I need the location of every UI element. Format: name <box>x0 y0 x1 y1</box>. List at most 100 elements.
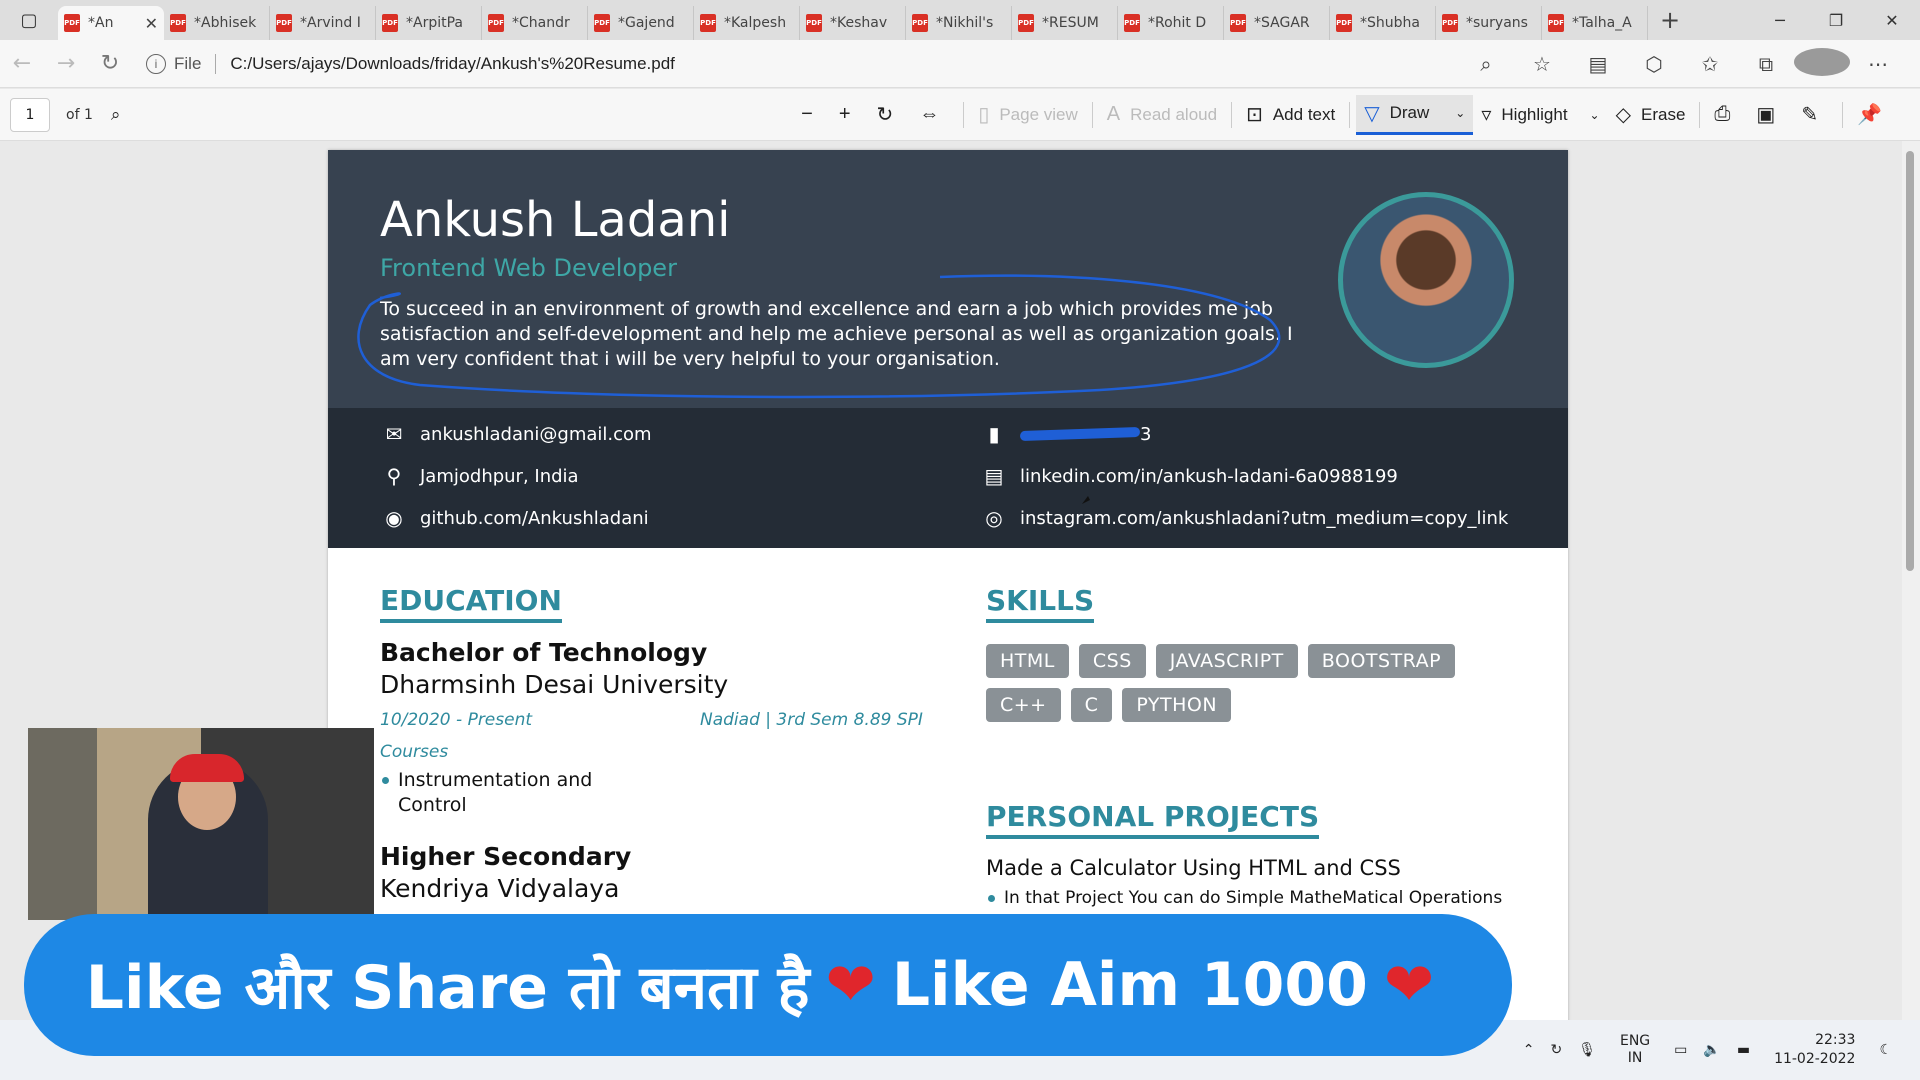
time-text: 22:33 <box>1815 1032 1856 1048</box>
degree-1: Bachelor of Technology <box>380 638 708 667</box>
save-as-icon[interactable]: ✎ <box>1793 95 1836 135</box>
contact-instagram: ◎ instagram.com/ankushladani?utm_medium=c… <box>980 506 1508 530</box>
pdf-icon: PDF <box>700 14 716 32</box>
window-controls: ─ ❐ ✕ <box>1752 0 1920 40</box>
print-icon[interactable]: ⎙ <box>1706 95 1748 135</box>
read-aloud-button[interactable]: A Read aloud <box>1099 95 1225 135</box>
pdf-toolbar: 1 of 1 ⌕ − + ↻ ⇔ ▯ Page view A Read aloud … <box>0 89 1920 141</box>
tab-actions-icon[interactable]: ▢ <box>0 0 58 40</box>
battery-icon[interactable]: ▬ <box>1737 1042 1750 1058</box>
tab[interactable]: PDF *Keshav <box>800 6 906 40</box>
tab[interactable]: PDF *Rohit D <box>1118 6 1224 40</box>
tab[interactable]: PDF *Shubha <box>1330 6 1436 40</box>
tab-title: *RESUM <box>1042 15 1099 31</box>
extensions-icon[interactable]: ⬡ <box>1626 52 1682 76</box>
address-actions: ⌕ ☆ ▤ ⬡ ✩ ⧉ ⋯ <box>1458 40 1906 88</box>
tab[interactable]: PDF *Abhisek <box>164 6 270 40</box>
forward-icon[interactable]: → <box>44 51 88 76</box>
tab-title: *Gajend <box>618 15 675 31</box>
search-icon[interactable]: ⌕ <box>103 95 129 135</box>
location-text: Jamjodhpur, India <box>420 465 579 487</box>
pdf-page: Ankush Ladani Frontend Web Developer To … <box>328 150 1568 1030</box>
profile-icon[interactable] <box>1794 47 1850 81</box>
tab[interactable]: PDF *Arvind I <box>270 6 376 40</box>
draw-label: Draw <box>1389 103 1430 122</box>
close-icon[interactable]: ✕ <box>145 14 158 33</box>
divider <box>1349 101 1351 128</box>
tab-active[interactable]: PDF *An ✕ <box>58 6 164 40</box>
zoom-out-icon[interactable]: − <box>793 95 831 135</box>
skill-chip: CSS <box>1078 644 1146 678</box>
pdf-icon: PDF <box>1018 14 1034 32</box>
tab-title: *Arvind I <box>300 15 361 31</box>
chevron-up-icon[interactable]: ⌃ <box>1523 1042 1535 1058</box>
vertical-scrollbar[interactable] <box>1902 141 1920 1021</box>
tab[interactable]: PDF *Chandr <box>482 6 588 40</box>
favorites-icon[interactable]: ✩ <box>1682 52 1738 76</box>
tab-title: *An <box>88 15 114 31</box>
zoom-icon[interactable]: ⌕ <box>1458 52 1514 76</box>
page-view-button[interactable]: ▯ Page view <box>970 95 1085 135</box>
back-icon[interactable]: ← <box>0 51 44 76</box>
skill-chip: HTML <box>986 644 1069 678</box>
redaction-scribble <box>1019 426 1141 442</box>
skill-chip: BOOTSTRAP <box>1307 644 1456 678</box>
skill-chip: C++ <box>986 688 1061 722</box>
education-dates: 10/2020 - Present <box>380 710 533 730</box>
refresh-icon[interactable]: ↻ <box>88 51 132 76</box>
mail-icon: ✉ <box>385 422 403 446</box>
tab[interactable]: PDF *Kalpesh <box>694 6 800 40</box>
address-bar: ← → ↻ i File C:/Users/ajays/Downloads/fr… <box>0 40 1920 88</box>
highlight-button[interactable]: ▿ Highlight ⌄ <box>1473 95 1607 135</box>
fit-page-icon[interactable]: ⇔ <box>911 95 957 135</box>
save-icon[interactable]: ▣ <box>1748 95 1793 135</box>
tab[interactable]: PDF *suryans <box>1436 6 1542 40</box>
restore-icon[interactable]: ❐ <box>1808 0 1864 40</box>
resume-header: Ankush Ladani Frontend Web Developer To … <box>328 150 1568 408</box>
tab[interactable]: PDF *Nikhil's <box>906 6 1012 40</box>
add-text-button[interactable]: ⊡ Add text <box>1238 95 1343 135</box>
notifications-icon[interactable]: ☾ <box>1879 1042 1892 1058</box>
tab[interactable]: PDF *Talha_A <box>1542 6 1648 40</box>
tab-title: *Shubha <box>1360 15 1420 31</box>
scrollbar-thumb[interactable] <box>1906 151 1914 571</box>
education-heading: EDUCATION <box>380 584 562 623</box>
microphone-icon[interactable]: 🎙 <box>1578 1042 1596 1058</box>
chevron-down-icon[interactable]: ⌄ <box>1590 108 1600 122</box>
email-text: ankushladani@gmail.com <box>420 423 652 445</box>
zoom-in-icon[interactable]: + <box>831 95 869 135</box>
page-number-input[interactable]: 1 <box>10 97 50 132</box>
url-field[interactable]: i File C:/Users/ajays/Downloads/friday/A… <box>146 53 675 74</box>
erase-button[interactable]: ◇ Erase <box>1608 95 1694 135</box>
url-text[interactable]: C:/Users/ajays/Downloads/friday/Ankush's… <box>230 54 675 74</box>
reading-view-icon[interactable]: ▤ <box>1570 52 1626 76</box>
language-indicator[interactable]: ENG IN <box>1612 1033 1658 1067</box>
tab[interactable]: PDF *Gajend <box>588 6 694 40</box>
tab-title: *ArpitPa <box>406 15 463 31</box>
tab[interactable]: PDF *SAGAR <box>1224 6 1330 40</box>
collections-icon[interactable]: ⧉ <box>1738 52 1794 76</box>
volume-icon[interactable]: 🔈 <box>1703 1042 1720 1058</box>
new-tab-button[interactable]: + <box>1648 6 1692 34</box>
github-icon: ◉ <box>385 506 403 530</box>
draw-button[interactable]: ▽ Draw ⌄ <box>1356 94 1474 135</box>
close-window-icon[interactable]: ✕ <box>1864 0 1920 40</box>
pin-icon[interactable]: 📌 <box>1849 95 1900 135</box>
url-scheme: File <box>174 53 217 74</box>
system-tray: ⌃ ↻ 🎙 ENG IN ▭ 🔈 ▬ 22:33 11-02-2022 ☾ <box>1515 1020 1900 1080</box>
chevron-down-icon[interactable]: ⌄ <box>1455 106 1465 120</box>
erase-label: Erase <box>1641 104 1686 124</box>
tab[interactable]: PDF *ArpitPa <box>376 6 482 40</box>
minimize-icon[interactable]: ─ <box>1752 0 1808 40</box>
favorite-icon[interactable]: ☆ <box>1514 52 1570 76</box>
tab[interactable]: PDF *RESUM <box>1012 6 1118 40</box>
more-icon[interactable]: ⋯ <box>1850 52 1906 76</box>
sync-icon[interactable]: ↻ <box>1550 1042 1562 1058</box>
pdf-icon: PDF <box>170 14 186 32</box>
network-icon[interactable]: ▭ <box>1674 1042 1687 1058</box>
rotate-icon[interactable]: ↻ <box>869 95 912 135</box>
info-icon[interactable]: i <box>146 53 166 74</box>
pdf-icon: PDF <box>488 14 504 32</box>
clock[interactable]: 22:33 11-02-2022 <box>1766 1031 1863 1069</box>
tab-title: *Keshav <box>830 15 888 31</box>
